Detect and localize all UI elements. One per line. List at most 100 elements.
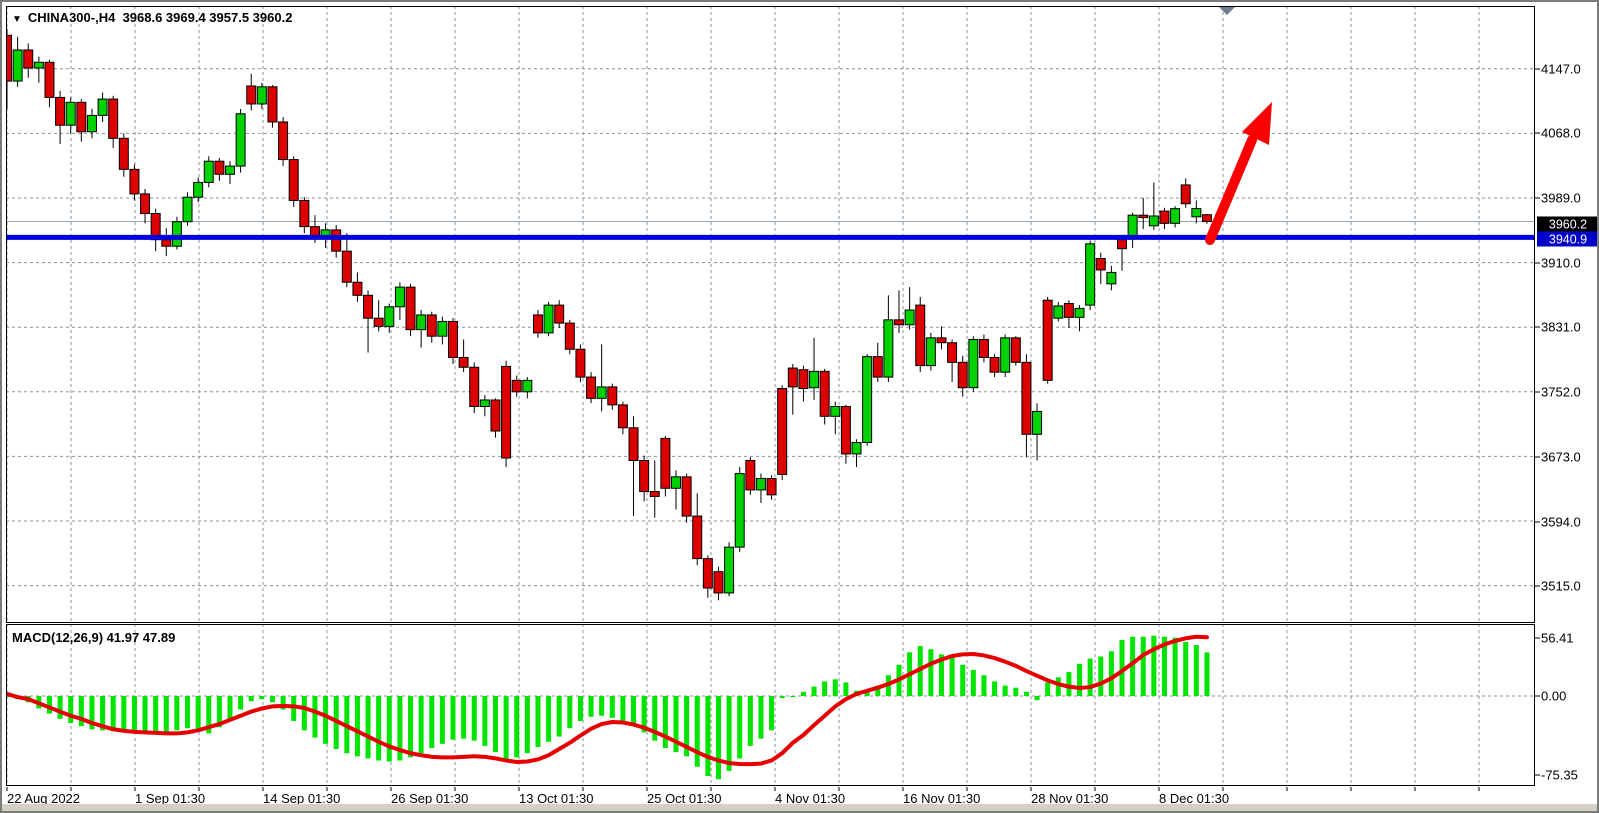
- macd-histogram-bar: [546, 696, 551, 742]
- macd-histogram-bar: [387, 696, 392, 762]
- macd-histogram-bar: [1194, 645, 1199, 696]
- macd-histogram-bar: [493, 696, 498, 752]
- macd-histogram-bar: [1204, 652, 1209, 696]
- candle-body: [353, 282, 362, 295]
- candle-body: [873, 357, 882, 377]
- candle-body: [1139, 215, 1148, 217]
- candle-body: [629, 428, 638, 461]
- candle-body: [427, 315, 436, 336]
- candle-body: [884, 320, 893, 377]
- chart-canvas: [2, 2, 1599, 813]
- macd-histogram-bar: [981, 675, 986, 696]
- candle-body: [130, 169, 139, 194]
- candle-body: [1149, 216, 1158, 226]
- candle-body: [417, 315, 426, 330]
- support-line-price-badge: 3940.9: [1537, 232, 1599, 247]
- up-arrow-annotation-head: [1242, 102, 1272, 145]
- candle-body: [778, 389, 787, 475]
- macd-histogram-bar: [1173, 638, 1178, 696]
- macd-histogram-bar: [1013, 688, 1018, 696]
- macd-histogram-bar: [705, 696, 710, 776]
- candle-body: [13, 50, 22, 81]
- candle-body: [66, 102, 75, 125]
- macd-histogram-bar: [801, 692, 806, 696]
- macd-histogram-bar: [567, 696, 572, 728]
- macd-histogram-bar: [833, 679, 838, 696]
- candle-body: [502, 366, 511, 458]
- macd-histogram-bar: [1024, 692, 1029, 696]
- candle-body: [374, 318, 383, 326]
- macd-histogram-bar: [482, 696, 487, 746]
- candle-body: [767, 478, 776, 494]
- candle-body: [1202, 215, 1211, 222]
- candle-body: [342, 251, 351, 282]
- candle-body: [480, 400, 489, 407]
- macd-histogram-bar: [450, 696, 455, 740]
- candle-body: [1022, 362, 1031, 434]
- candle-body: [735, 474, 744, 548]
- macd-histogram-bar: [578, 696, 583, 721]
- macd-histogram-bar: [1077, 664, 1082, 696]
- candle-body: [279, 122, 288, 160]
- candle-body: [459, 357, 468, 367]
- up-arrow-annotation: [1210, 140, 1252, 240]
- macd-histogram-bar: [631, 696, 636, 726]
- macd-indicator-label: MACD(12,26,9) 41.97 47.89: [12, 630, 175, 645]
- macd-histogram-bar: [153, 696, 158, 734]
- candle-body: [24, 50, 33, 68]
- candle-body: [523, 380, 532, 391]
- macd-histogram-bar: [822, 681, 827, 696]
- candle-body: [1107, 272, 1116, 283]
- macd-histogram-bar: [620, 696, 625, 721]
- symbol-timeframe-label: CHINA300-,H4: [28, 10, 115, 25]
- candle-body: [1096, 259, 1105, 270]
- candle-body: [172, 222, 181, 247]
- chart-title: ▼CHINA300-,H4 3968.6 3969.4 3957.5 3960.…: [12, 10, 292, 25]
- macd-histogram-bar: [504, 696, 509, 759]
- candle-body: [470, 367, 479, 406]
- candle-body: [1011, 338, 1020, 363]
- candle-body: [1171, 209, 1180, 224]
- candle-body: [682, 477, 691, 516]
- candle-body: [332, 230, 341, 251]
- macd-histogram-bar: [695, 696, 700, 767]
- symbol-dropdown-icon[interactable]: ▼: [12, 14, 22, 25]
- candle-body: [640, 460, 649, 491]
- macd-histogram-bar: [599, 696, 604, 716]
- candle-body: [746, 460, 755, 489]
- chart-window: ▼CHINA300-,H4 3968.6 3969.4 3957.5 3960.…: [0, 0, 1599, 813]
- macd-axis-label: -75.35: [1541, 768, 1578, 783]
- price-axis-label: 3752.0: [1541, 385, 1581, 400]
- candle-body: [1160, 211, 1169, 223]
- candle-body: [1043, 300, 1052, 380]
- candle-body: [703, 559, 712, 588]
- macd-axis-label: 0.00: [1541, 689, 1566, 704]
- price-axis-label: 3594.0: [1541, 515, 1581, 530]
- macd-histogram-bar: [1056, 677, 1061, 696]
- candle-body: [98, 99, 107, 115]
- candle-body: [1075, 308, 1084, 317]
- candle-body: [618, 405, 627, 428]
- candle-body: [1181, 185, 1190, 204]
- macd-histogram-bar: [535, 696, 540, 747]
- macd-histogram-bar: [429, 696, 434, 748]
- candle-body: [852, 442, 861, 453]
- candle-body: [544, 305, 553, 333]
- macd-histogram-bar: [1141, 637, 1146, 696]
- macd-histogram-bar: [461, 696, 466, 739]
- macd-histogram-bar: [812, 687, 817, 696]
- candle-body: [491, 400, 500, 431]
- candle-body: [1192, 209, 1201, 217]
- candle-body: [979, 339, 988, 357]
- macd-histogram-bar: [737, 696, 742, 758]
- macd-histogram-bar: [121, 696, 126, 732]
- macd-histogram-bar: [748, 696, 753, 746]
- candle-body: [289, 160, 298, 201]
- candle-body: [948, 343, 957, 363]
- candle-body: [533, 315, 542, 333]
- macd-histogram-bar: [174, 696, 179, 730]
- macd-histogram-bar: [971, 670, 976, 696]
- macd-histogram-bar: [196, 696, 201, 731]
- candle-body: [693, 516, 702, 559]
- candle-body: [831, 407, 840, 417]
